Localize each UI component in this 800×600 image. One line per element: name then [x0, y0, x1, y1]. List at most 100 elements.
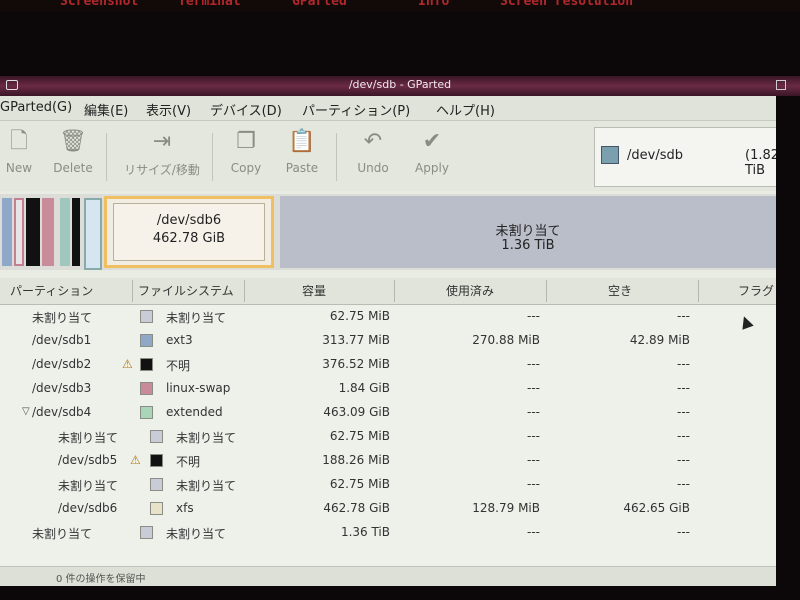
- cell-used: ---: [527, 429, 540, 443]
- cell-size: 313.77 MiB: [322, 333, 390, 347]
- map-segment-sdb6-selected[interactable]: /dev/sdb6 462.78 GiB: [104, 196, 274, 268]
- filesystem-color-swatch: [140, 382, 153, 395]
- new-label: New: [5, 161, 33, 175]
- col-free[interactable]: 空き: [608, 282, 632, 299]
- apply-label: Apply: [415, 161, 449, 175]
- cell-filesystem: linux-swap: [166, 381, 231, 395]
- undo-icon: ↶: [363, 129, 383, 154]
- table-row[interactable]: 未割り当て 未割り当て 62.75 MiB --- ---: [0, 305, 776, 329]
- menu-gparted[interactable]: GParted(G): [0, 100, 72, 115]
- copy-icon: ❐: [236, 129, 256, 154]
- maximize-icon[interactable]: [776, 80, 786, 90]
- resize-label: リサイズ/移動: [124, 163, 200, 177]
- desktop-item-info[interactable]: Info: [418, 0, 449, 9]
- cell-partition: /dev/sdb4: [32, 405, 92, 419]
- cell-free: ---: [677, 309, 690, 323]
- map-segment-unallocated[interactable]: 未割り当て 1.36 TiB: [280, 196, 776, 268]
- apply-button[interactable]: ✔ Apply: [410, 129, 454, 175]
- new-button[interactable]: 🗋 New: [2, 129, 36, 175]
- map-segment-unalloc-small[interactable]: [84, 198, 102, 270]
- desktop-item-gparted[interactable]: GParted: [292, 0, 347, 9]
- cell-partition: /dev/sdb2: [32, 357, 92, 371]
- expander-icon[interactable]: ▽: [22, 406, 30, 417]
- cell-free: 42.89 MiB: [629, 333, 690, 347]
- col-divider[interactable]: [244, 280, 245, 302]
- menu-help[interactable]: ヘルプ(H): [436, 100, 495, 119]
- cell-filesystem: extended: [166, 405, 223, 419]
- table-row[interactable]: 未割り当て 未割り当て 62.75 MiB --- ---: [0, 425, 776, 449]
- resize-move-button[interactable]: ⇥ リサイズ/移動: [116, 129, 208, 178]
- table-row[interactable]: 未割り当て 未割り当て 1.36 TiB --- ---: [0, 521, 776, 545]
- col-flags[interactable]: フラグ: [738, 282, 774, 299]
- filesystem-color-swatch: [150, 454, 163, 467]
- map-segment-sdb5[interactable]: [72, 198, 80, 266]
- window-titlebar[interactable]: /dev/sdb - GParted: [0, 76, 800, 96]
- cell-size: 62.75 MiB: [329, 429, 390, 443]
- gparted-window: GParted(G) 編集(E) 表示(V) デバイス(D) パーティション(P…: [0, 96, 776, 586]
- cell-partition: /dev/sdb1: [32, 333, 92, 347]
- cell-partition: 未割り当て: [58, 431, 119, 445]
- cell-partition: /dev/sdb5: [58, 453, 118, 467]
- delete-button[interactable]: 🗑 Delete: [48, 129, 98, 175]
- table-row[interactable]: /dev/sdb3 linux-swap 1.84 GiB --- ---: [0, 377, 776, 401]
- col-partition[interactable]: パーティション: [10, 282, 93, 299]
- cell-filesystem: 不明: [166, 359, 191, 373]
- col-filesystem[interactable]: ファイルシステム: [138, 282, 234, 299]
- menu-edit[interactable]: 編集(E): [84, 100, 128, 119]
- cell-used: ---: [527, 357, 540, 371]
- table-row[interactable]: /dev/sdb5 ⚠ 不明 188.26 MiB --- ---: [0, 449, 776, 473]
- disk-icon: [601, 146, 619, 164]
- menu-view[interactable]: 表示(V): [146, 100, 191, 119]
- copy-button[interactable]: ❐ Copy: [226, 129, 266, 175]
- table-row[interactable]: /dev/sdb6 xfs 462.78 GiB 128.79 MiB 462.65 G…: [0, 497, 776, 521]
- table-row[interactable]: /dev/sdb2 ⚠ 不明 376.52 MiB --- ---: [0, 353, 776, 377]
- cell-free: ---: [677, 381, 690, 395]
- delete-label: Delete: [53, 161, 93, 175]
- table-row[interactable]: /dev/sdb1 ext3 313.77 MiB 270.88 MiB 42.89 M…: [0, 329, 776, 353]
- col-size[interactable]: 容量: [302, 282, 326, 299]
- map-segment-sdb1[interactable]: [2, 198, 12, 266]
- map-segment-sdb3[interactable]: [26, 198, 40, 266]
- cell-size: 62.75 MiB: [329, 309, 390, 323]
- device-selector[interactable]: /dev/sdb (1.82 TiB: [594, 127, 776, 187]
- col-divider[interactable]: [698, 280, 699, 302]
- col-divider[interactable]: [394, 280, 395, 302]
- map-sdb6-name: /dev/sdb6: [156, 213, 222, 228]
- paste-button[interactable]: 📋 Paste: [280, 129, 324, 175]
- window-title: /dev/sdb - GParted: [348, 78, 452, 91]
- trash-icon: 🗑: [59, 129, 87, 154]
- cell-partition: /dev/sdb3: [32, 381, 92, 395]
- cell-used: 128.79 MiB: [472, 501, 540, 515]
- filesystem-color-swatch: [150, 478, 163, 491]
- cell-filesystem: 未割り当て: [166, 527, 227, 541]
- cell-size: 188.26 MiB: [322, 453, 390, 467]
- desktop-item-terminal[interactable]: Terminal: [178, 0, 241, 9]
- filesystem-color-swatch: [140, 310, 153, 323]
- cell-size: 376.52 MiB: [322, 357, 390, 371]
- col-used[interactable]: 使用済み: [446, 282, 494, 299]
- cell-free: ---: [677, 429, 690, 443]
- table-row[interactable]: 未割り当て 未割り当て 62.75 MiB --- ---: [0, 473, 776, 497]
- col-divider[interactable]: [132, 280, 133, 302]
- cell-size: 1.84 GiB: [338, 381, 390, 395]
- map-segment-extended[interactable]: [60, 198, 70, 266]
- map-segment-sdb2[interactable]: [14, 198, 24, 266]
- table-row[interactable]: ▽/dev/sdb4 extended 463.09 GiB --- ---: [0, 401, 776, 425]
- cell-used: ---: [527, 309, 540, 323]
- undo-button[interactable]: ↶ Undo: [352, 129, 394, 175]
- filesystem-color-swatch: [150, 502, 163, 515]
- col-divider[interactable]: [546, 280, 547, 302]
- map-segment-swap[interactable]: [42, 198, 54, 266]
- menu-partition[interactable]: パーティション(P): [302, 100, 410, 119]
- desktop-item-screenshot[interactable]: Screenshot: [60, 0, 138, 9]
- cell-filesystem: xfs: [176, 501, 194, 515]
- desktop-item-screen-resolution[interactable]: Screen resolution: [500, 0, 633, 9]
- cell-size: 462.78 GiB: [323, 501, 390, 515]
- cell-partition: 未割り当て: [32, 311, 93, 325]
- cell-partition: /dev/sdb6: [58, 501, 118, 515]
- menu-device[interactable]: デバイス(D): [210, 100, 282, 119]
- desktop-top-bar: Screenshot Terminal GParted Info Screen …: [0, 0, 800, 12]
- cell-free: ---: [677, 405, 690, 419]
- cell-partition: 未割り当て: [58, 479, 119, 493]
- cell-free: ---: [677, 525, 690, 539]
